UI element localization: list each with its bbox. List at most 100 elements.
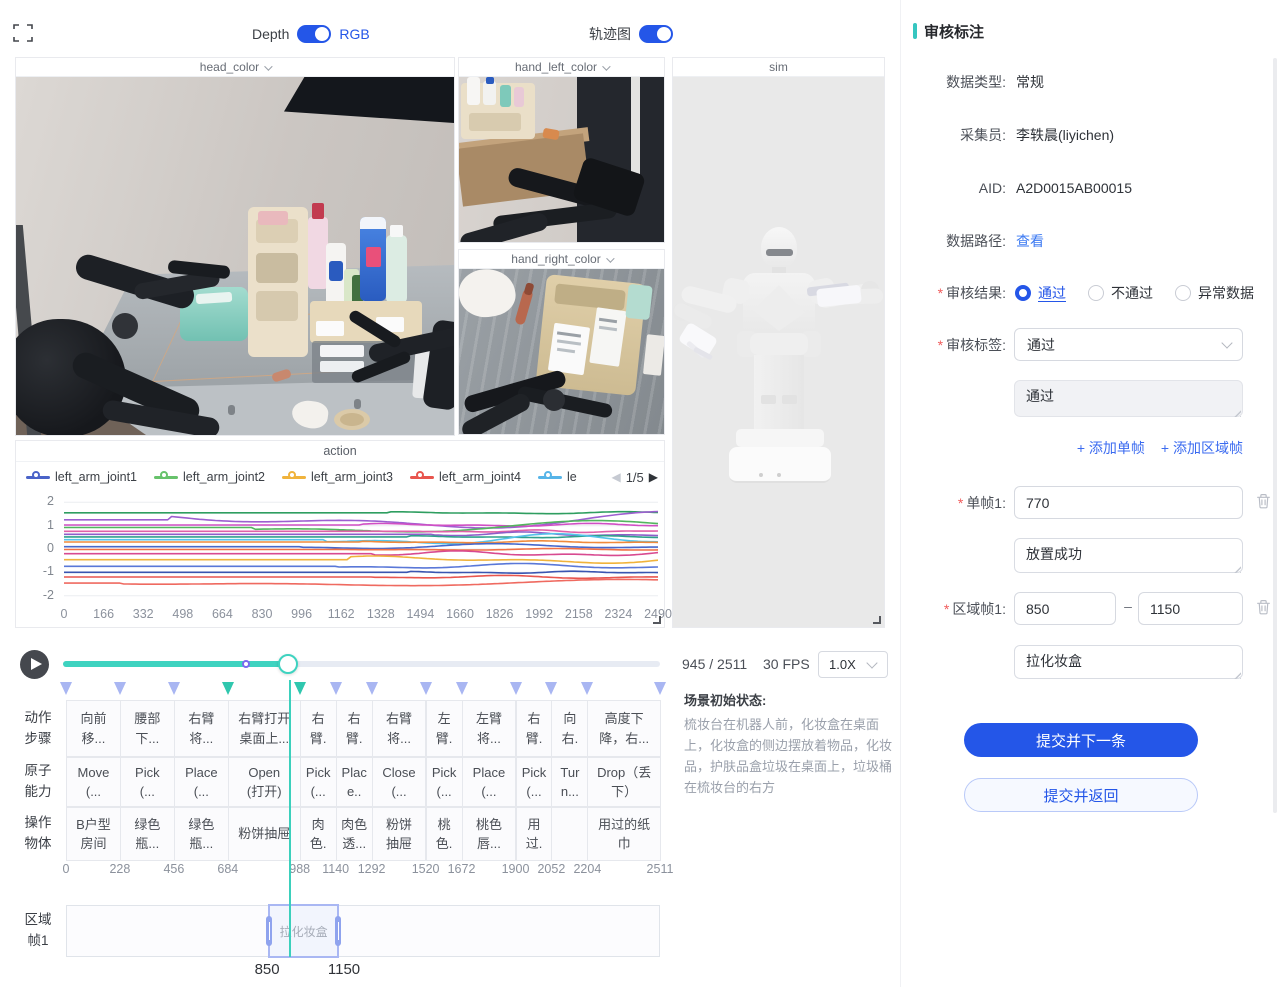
table-cell[interactable]: 左臂 将... [462,700,517,757]
playhead-cursor-line[interactable] [289,680,291,957]
table-cell[interactable]: Plac e.. [336,757,373,807]
step-marker-icon[interactable] [545,682,557,695]
region-track-box[interactable]: 拉化妆盒 [66,905,660,957]
table-cell[interactable]: Pick (... [426,757,463,807]
region-end-input[interactable] [1138,592,1243,625]
step-marker-icon[interactable] [654,682,666,695]
step-marker-icon[interactable] [456,682,468,695]
step-marker-icon[interactable] [510,682,522,695]
scene-initial-state: 场景初始状态: 梳妆台在机器人前，化妆盒在桌面上，化妆盒的侧边摆放着物品，化妆品… [684,690,894,798]
speed-select[interactable]: 1.0X [818,651,888,678]
tag-note-textarea[interactable]: 通过 [1014,380,1243,417]
table-cell[interactable]: Close (... [372,757,427,807]
single-frame-input[interactable] [1014,486,1243,519]
radio-option[interactable]: 不通过 [1088,283,1153,303]
step-marker-icon[interactable] [330,682,342,695]
region-handle-right[interactable] [335,916,341,946]
x-axis-tick-label: 2158 [565,607,593,621]
table-cell[interactable] [551,807,588,861]
table-cell[interactable]: 右 臂. [336,700,373,757]
table-cell[interactable]: 右臂 将... [174,700,229,757]
table-cell[interactable]: 绿色 瓶... [120,807,175,861]
table-cell[interactable]: Pick (... [516,757,553,807]
head-camera-title[interactable]: head_color [16,58,454,77]
resize-corner-icon[interactable] [653,616,661,624]
chart-plot-area[interactable] [64,493,658,605]
table-cell[interactable]: Pick (... [120,757,175,807]
x-axis-tick-label: 166 [93,607,114,621]
table-cell[interactable]: 肉色 透... [336,807,373,861]
depth-rgb-toggle[interactable] [297,25,331,43]
data-path-link[interactable]: 查看 [1016,231,1044,251]
fullscreen-icon[interactable] [13,24,33,42]
legend-next-icon[interactable]: ▶ [649,470,658,484]
table-cell[interactable]: Pick (... [300,757,337,807]
single-frame-note-textarea[interactable]: 放置成功 [1014,538,1243,573]
legend-prev-icon[interactable]: ◀ [611,470,620,484]
add-single-frame-link[interactable]: + 添加单帧 [1077,438,1145,458]
table-cell[interactable]: Tur n... [551,757,588,807]
step-marker-icon[interactable] [294,682,306,695]
radio-option[interactable]: 通过 [1015,283,1066,303]
table-cell[interactable]: Move (... [66,757,121,807]
table-cell[interactable]: Drop（丢 下） [587,757,661,807]
table-cell[interactable]: 向前 移... [66,700,121,757]
table-cell[interactable]: Place (... [462,757,517,807]
table-cell[interactable]: 左 臂. [426,700,463,757]
legend-item[interactable]: left_arm_joint3 [282,470,393,484]
review-tag-select[interactable]: 通过 [1014,328,1243,361]
step-marker-icon[interactable] [222,682,234,695]
table-cell[interactable]: 肉 色. [300,807,337,861]
table-cell[interactable]: 腰部 下... [120,700,175,757]
table-cell[interactable]: 右 臂. [516,700,553,757]
table-cell[interactable]: 用过的纸 巾 [587,807,661,861]
play-button[interactable] [20,650,49,679]
resize-corner-icon[interactable] [873,616,881,624]
table-cell[interactable]: 桃 色. [426,807,463,861]
radio-icon[interactable] [1015,285,1031,301]
legend-label: left_arm_joint1 [55,470,137,484]
table-cell[interactable]: 向 右. [551,700,588,757]
radio-option[interactable]: 异常数据 [1175,283,1254,303]
table-cell[interactable]: Place (... [174,757,229,807]
table-cell[interactable]: 高度下 降，右... [587,700,661,757]
delete-region-frame-icon[interactable] [1255,598,1272,616]
x-axis-tick-label: 830 [252,607,273,621]
step-marker-icon[interactable] [60,682,72,695]
white-chip [643,334,664,376]
legend-item[interactable]: left_arm_joint4 [410,470,521,484]
region-note-textarea[interactable]: 拉化妆盒 [1014,645,1243,679]
table-cell[interactable]: 右 臂. [300,700,337,757]
step-marker-icon[interactable] [168,682,180,695]
legend-item[interactable]: le [538,470,577,484]
add-region-frame-link[interactable]: + 添加区域帧 [1161,438,1243,458]
region-start-input[interactable] [1014,592,1116,625]
region-segment[interactable]: 拉化妆盒 [268,904,339,958]
submit-back-button[interactable]: 提交并返回 [964,778,1198,812]
review-panel: 审核标注 数据类型: 常规 采集员: 李轶晨(liyichen) AID: A2… [900,0,1280,987]
step-marker-icon[interactable] [366,682,378,695]
radio-icon[interactable] [1088,285,1104,301]
step-marker-icon[interactable] [114,682,126,695]
submit-next-button[interactable]: 提交并下一条 [964,723,1198,757]
table-cell[interactable]: 右臂 将... [372,700,427,757]
table-cell[interactable]: 粉饼 抽屉 [372,807,427,861]
radio-icon[interactable] [1175,285,1191,301]
legend-item[interactable]: left_arm_joint2 [154,470,265,484]
step-marker-icon[interactable] [420,682,432,695]
table-cell[interactable]: 桃色 唇... [462,807,517,861]
delete-single-frame-icon[interactable] [1255,492,1272,510]
region-handle-left[interactable] [266,916,272,946]
series-marker-icon [154,472,178,482]
table-cell[interactable]: 用 过. [516,807,553,861]
table-cell[interactable]: B户型 房间 [66,807,121,861]
table-cell[interactable]: 绿色 瓶... [174,807,229,861]
playback-slider[interactable] [63,661,660,667]
slider-handle[interactable] [278,654,298,674]
trajectory-toggle[interactable] [639,25,673,43]
panel-scrollbar[interactable] [1273,58,1277,813]
hand-left-camera-title[interactable]: hand_left_color [459,58,664,77]
mint-tube [386,235,407,303]
step-marker-icon[interactable] [581,682,593,695]
hand-right-camera-title[interactable]: hand_right_color [459,250,664,269]
